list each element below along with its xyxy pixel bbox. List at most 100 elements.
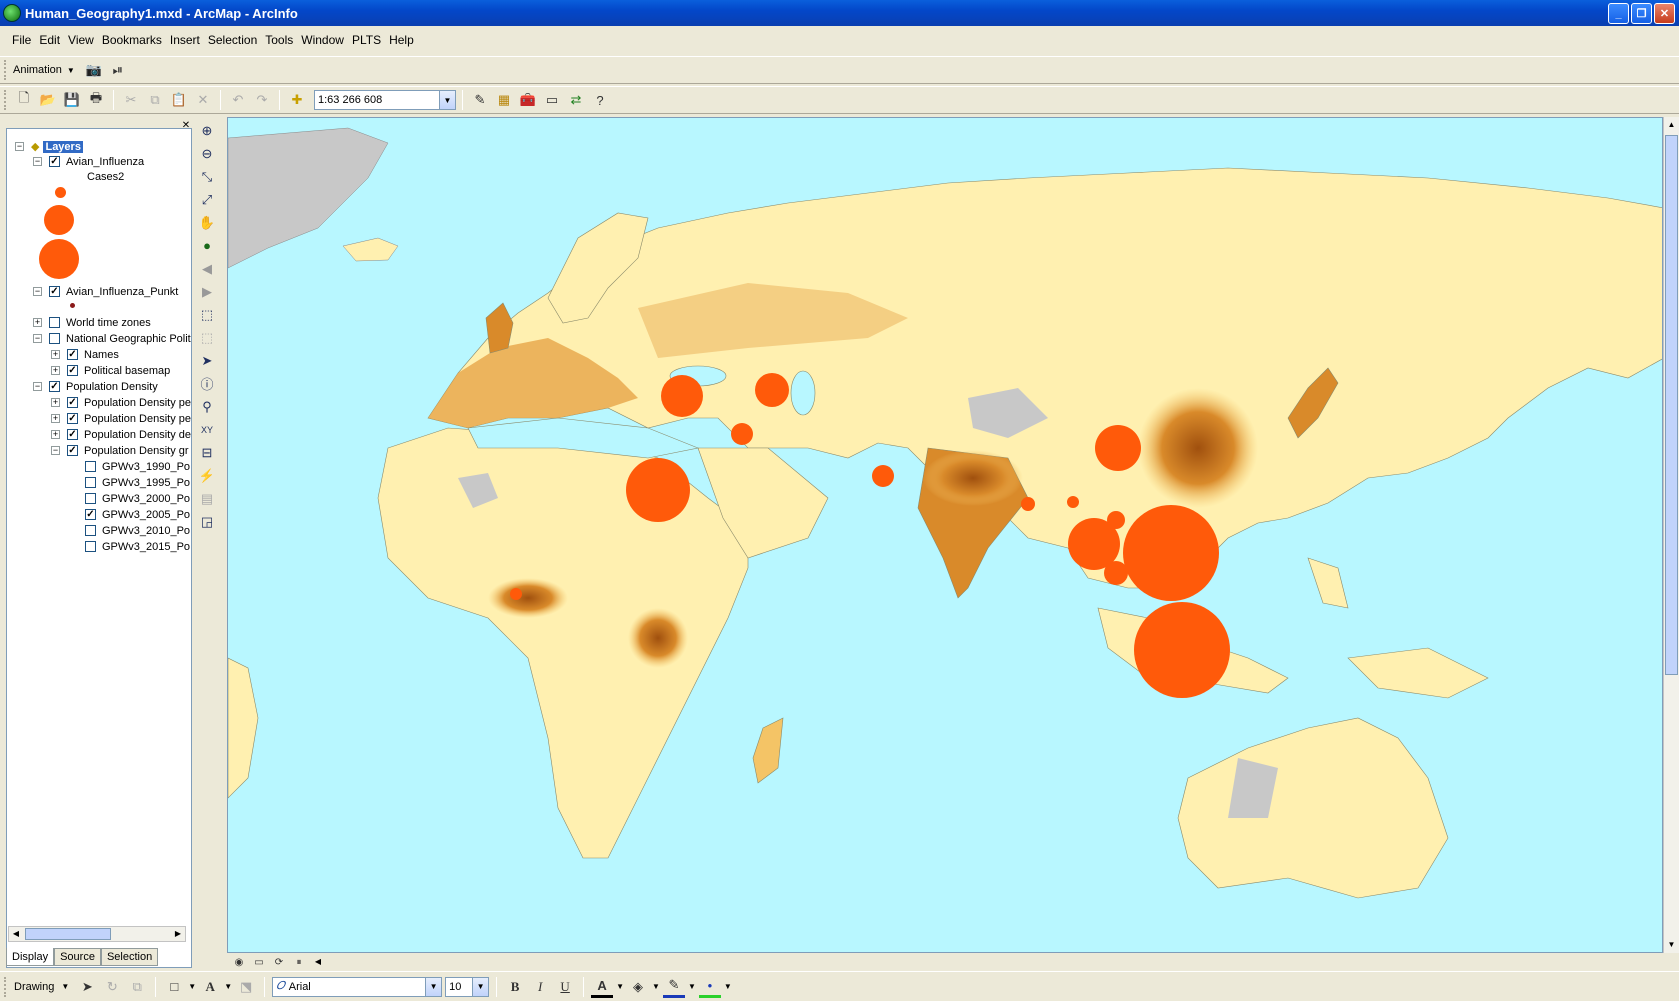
fixed-zoom-out-icon[interactable]: ⤢ <box>196 189 218 210</box>
scroll-left-icon[interactable]: ◀ <box>9 927 23 941</box>
dropdown-arrow-icon[interactable]: ▼ <box>224 982 232 991</box>
data-view-globe-icon[interactable]: ◉ <box>231 954 247 970</box>
layer-visibility-checkbox[interactable]: ✓ <box>49 156 60 167</box>
layer-visibility-checkbox[interactable]: ✓ <box>67 413 78 424</box>
expand-icon[interactable]: + <box>51 414 60 423</box>
command-line-icon[interactable]: ▭ <box>541 89 563 111</box>
toc-layer-population-density[interactable]: − ✓ Population Density <box>33 379 158 394</box>
layer-visibility-checkbox[interactable] <box>85 493 96 504</box>
arccatalog-icon[interactable]: ▦ <box>493 89 515 111</box>
menu-bookmarks[interactable]: Bookmarks <box>98 33 166 47</box>
layer-visibility-checkbox[interactable] <box>85 477 96 488</box>
animation-controls-icon[interactable]: ⏯ <box>107 59 129 81</box>
layer-visibility-checkbox[interactable] <box>49 317 60 328</box>
toc-layer-pd3[interactable]: + ✓ Population Density de <box>51 427 191 442</box>
layer-visibility-checkbox[interactable]: ✓ <box>49 381 60 392</box>
toc-layer-world-time-zones[interactable]: + World time zones <box>33 315 151 330</box>
menu-help[interactable]: Help <box>385 33 418 47</box>
time-slider-icon[interactable]: ◲ <box>196 511 218 532</box>
menu-plts[interactable]: PLTS <box>348 33 385 47</box>
layout-view-icon[interactable]: ▭ <box>251 954 267 970</box>
save-icon[interactable]: 💾 <box>61 89 83 111</box>
menu-selection[interactable]: Selection <box>204 33 261 47</box>
layer-name[interactable]: GPWv3_2015_Po <box>102 541 190 553</box>
toc-layer-pd2[interactable]: + ✓ Population Density pe <box>51 411 191 426</box>
text-tool-icon[interactable]: A <box>199 976 221 998</box>
layer-name[interactable]: Avian_Influenza <box>66 156 144 168</box>
case-symbol[interactable] <box>731 423 753 445</box>
layer-name[interactable]: GPWv3_2005_Po <box>102 509 190 521</box>
italic-button[interactable]: I <box>529 976 551 998</box>
clear-selection-icon[interactable]: ⬚ <box>196 327 218 348</box>
print-icon[interactable]: 🖶 <box>85 89 107 111</box>
font-color-icon[interactable]: A <box>591 976 614 998</box>
zoom-to-selected-icon[interactable]: ⧉ <box>126 976 148 998</box>
toc-layer-gpw1990[interactable]: GPWv3_1990_Po <box>85 459 190 474</box>
identify-info-icon[interactable]: ⓘ <box>196 373 218 394</box>
expand-icon[interactable]: + <box>51 366 60 375</box>
case-symbol[interactable] <box>1134 602 1230 698</box>
scroll-thumb[interactable] <box>25 928 111 940</box>
dropdown-arrow-icon[interactable]: ▼ <box>67 66 75 75</box>
scroll-up-icon[interactable]: ▲ <box>1664 117 1679 133</box>
toolbar-grip[interactable] <box>4 976 7 997</box>
toc-layer-names[interactable]: + ✓ Names <box>51 347 119 362</box>
layer-visibility-checkbox[interactable]: ✓ <box>67 397 78 408</box>
chevron-down-icon[interactable]: ▼ <box>472 977 489 996</box>
scroll-down-icon[interactable]: ▼ <box>1664 937 1679 953</box>
add-data-icon[interactable]: ✚ <box>286 89 308 111</box>
line-color-icon[interactable]: ✎ <box>662 976 685 998</box>
toolbar-grip[interactable] <box>4 90 7 110</box>
collapse-icon[interactable]: − <box>33 287 42 296</box>
rotate-icon[interactable]: ↻ <box>101 976 123 998</box>
html-popup-icon[interactable]: ▤ <box>196 488 218 509</box>
layer-name[interactable]: Population Density <box>66 381 158 393</box>
toc-layer-gpw2000[interactable]: GPWv3_2000_Po <box>85 491 190 506</box>
menu-edit[interactable]: Edit <box>35 33 64 47</box>
toc-layer-pd1[interactable]: + ✓ Population Density pe <box>51 395 191 410</box>
back-extent-icon[interactable]: ◀ <box>196 258 218 279</box>
select-elements-arrow-icon[interactable]: ➤ <box>76 976 98 998</box>
layer-visibility-checkbox[interactable]: ✓ <box>67 365 78 376</box>
toc-layer-natgeo[interactable]: − National Geographic Polit <box>33 331 191 346</box>
scroll-right-icon[interactable]: ▶ <box>171 927 185 941</box>
font-size-combo[interactable]: 10 ▼ <box>445 976 490 997</box>
collapse-icon[interactable]: − <box>33 382 42 391</box>
toc-close-icon[interactable]: ✕ <box>180 120 192 132</box>
open-folder-icon[interactable]: 📂 <box>37 89 59 111</box>
find-binoculars-icon[interactable]: ⚲ <box>196 396 218 417</box>
pause-drawing-icon[interactable]: ⏸ <box>291 954 307 970</box>
fixed-zoom-in-icon[interactable]: ⤡ <box>196 166 218 187</box>
layer-name[interactable]: Political basemap <box>84 365 170 377</box>
toc-horizontal-scrollbar[interactable]: ◀ ▶ <box>8 926 186 942</box>
new-document-icon[interactable]: 🗋 <box>13 89 35 111</box>
tab-source[interactable]: Source <box>54 948 101 966</box>
scroll-thumb[interactable] <box>1665 135 1678 675</box>
case-symbol[interactable] <box>661 375 703 417</box>
expand-icon[interactable]: + <box>51 350 60 359</box>
case-symbol[interactable] <box>1095 425 1141 471</box>
dropdown-arrow-icon[interactable]: ▼ <box>724 982 732 991</box>
toc-layer-avian-punkt[interactable]: − ✓ Avian_Influenza_Punkt <box>33 284 178 299</box>
undo-icon[interactable]: ↶ <box>227 89 249 111</box>
hyperlink-icon[interactable]: ⚡ <box>196 465 218 486</box>
font-combo[interactable]: 𝑂 Arial ▼ <box>272 976 443 997</box>
forward-extent-icon[interactable]: ▶ <box>196 281 218 302</box>
case-symbol[interactable] <box>626 458 690 522</box>
tab-selection[interactable]: Selection <box>100 948 159 966</box>
layer-visibility-checkbox[interactable]: ✓ <box>67 429 78 440</box>
case-symbol[interactable] <box>1067 496 1079 508</box>
case-symbol[interactable] <box>1104 561 1128 585</box>
menu-insert[interactable]: Insert <box>166 33 204 47</box>
select-features-icon[interactable]: ⬚ <box>196 304 218 325</box>
rectangle-icon[interactable]: □ <box>163 976 185 998</box>
edit-vertices-icon[interactable]: ⬔ <box>235 976 257 998</box>
layer-name[interactable]: GPWv3_2010_Po <box>102 525 190 537</box>
measure-icon[interactable]: ⊟ <box>196 442 218 463</box>
full-extent-globe-icon[interactable]: ● <box>196 235 218 256</box>
layer-visibility-checkbox[interactable] <box>49 333 60 344</box>
collapse-icon[interactable]: − <box>15 142 24 151</box>
layer-name[interactable]: Population Density gr <box>84 445 189 457</box>
menu-file[interactable]: File <box>8 33 35 47</box>
layer-visibility-checkbox[interactable] <box>85 541 96 552</box>
